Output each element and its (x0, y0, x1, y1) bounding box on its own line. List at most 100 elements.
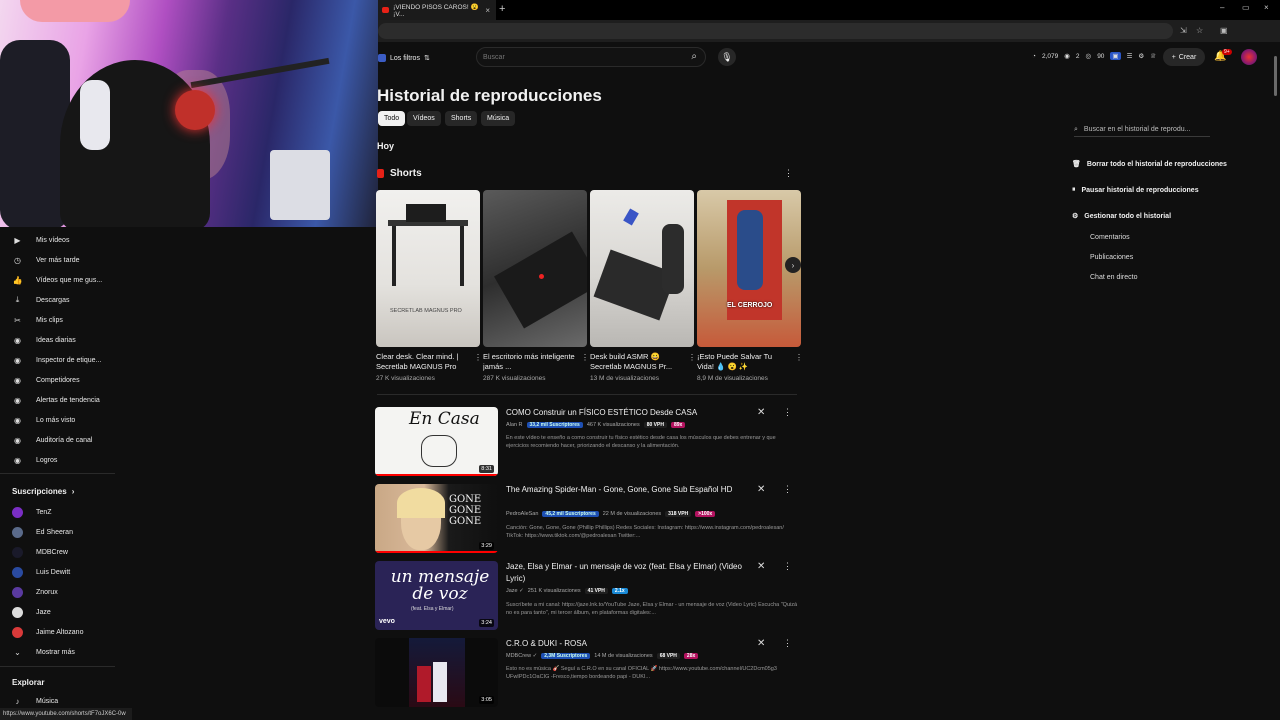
browser-tab[interactable]: ¡VIENDO PISOS CAROS! 😮 ¡V... × (378, 0, 496, 20)
more-options-icon[interactable]: ⋮ (474, 353, 482, 362)
bookmark-star-icon[interactable]: ☆ (1196, 26, 1203, 35)
install-icon[interactable]: ⇲ (1180, 26, 1187, 35)
subscription-item[interactable]: MDBCrew (12, 545, 68, 559)
search-box[interactable]: ⌕ (476, 47, 706, 67)
manage-history-button[interactable]: ⚙ Gestionar todo el historial (1072, 212, 1171, 221)
sidebar-item-downloads[interactable]: ⤓ Descargas (12, 293, 70, 307)
chip-shorts[interactable]: Shorts (445, 111, 478, 126)
short-title[interactable]: Clear desk. Clear mind. | Secretlab MAGN… (376, 352, 468, 372)
history-search-input[interactable]: Buscar en el historial de reprodu... (1084, 126, 1191, 133)
avatar[interactable] (1241, 49, 1257, 65)
maximize-icon[interactable]: ▭ (1242, 3, 1250, 12)
short-card[interactable]: EL CERROJO ¡Esto Puede Salvar Tu Vida! 💧… (697, 190, 803, 382)
video-thumbnail[interactable]: En Casa 8:31 (375, 407, 498, 476)
more-options-icon[interactable]: ⋮ (783, 638, 792, 649)
address-bar[interactable] (378, 23, 1173, 39)
short-card[interactable]: Desk build ASMR 😀 Secretlab MAGNUS Pr...… (590, 190, 696, 382)
video-title[interactable]: The Amazing Spider-Man - Gone, Gone, Gon… (506, 484, 746, 496)
sidebar-item-daily-ideas[interactable]: ◉ Ideas diarias (12, 333, 76, 347)
new-tab-button[interactable]: + (499, 3, 505, 15)
chip-videos[interactable]: Vídeos (407, 111, 441, 126)
sidebar-item-liked-videos[interactable]: 👍 Vídeos que me gus... (12, 273, 103, 287)
more-options-icon[interactable]: ⋮ (783, 484, 792, 495)
vidiq-icon[interactable]: ▣ (1110, 52, 1121, 60)
minimize-icon[interactable]: – (1220, 3, 1224, 12)
sidebar-item-watch-later[interactable]: ◷ Ver más tarde (12, 253, 80, 267)
subscription-item[interactable]: Ed Sheeran (12, 525, 73, 539)
shorts-next-chevron-icon[interactable]: › (785, 257, 801, 273)
list-item[interactable]: un mensaje de voz (feat. Elsa y Elmar) v… (375, 561, 800, 631)
clear-history-button[interactable]: 🗑 Borrar todo el historial de reproduccio… (1072, 160, 1227, 169)
video-title[interactable]: COMO Construir un FÍSICO ESTÉTICO Desde … (506, 407, 746, 419)
chip-todo[interactable]: Todo (378, 111, 406, 126)
settings-icon[interactable]: ⚙ (1138, 52, 1144, 60)
pause-history-button[interactable]: ⏸ Pausar historial de reproducciones (1072, 186, 1199, 194)
remove-from-history-icon[interactable]: ✕ (757, 407, 765, 418)
download-icon: ⤓ (15, 295, 20, 304)
chip-music[interactable]: Música (481, 111, 516, 126)
close-window-icon[interactable]: × (1264, 3, 1269, 12)
sidebar-item-trend-alerts[interactable]: ◉ Alertas de tendencia (12, 393, 100, 407)
more-options-icon[interactable]: ⋮ (581, 353, 589, 362)
history-link-posts[interactable]: Publicaciones (1090, 254, 1133, 261)
short-title[interactable]: El escritorio más inteligente jamás ... (483, 352, 575, 372)
short-card[interactable]: SECRETLAB MAGNUS PRO Clear desk. Clear m… (376, 190, 482, 382)
short-thumbnail[interactable]: SECRETLAB MAGNUS PRO (376, 190, 480, 347)
subscription-item[interactable]: Jaze (12, 605, 51, 619)
list-icon[interactable]: ☰ (1127, 52, 1133, 60)
short-thumbnail[interactable] (590, 190, 694, 347)
more-options-icon[interactable]: ⋮ (795, 353, 803, 362)
sidebar-item-channel-audit[interactable]: ◉ Auditoría de canal (12, 433, 92, 447)
shorts-more-icon[interactable]: ⋮ (784, 168, 793, 179)
remove-from-history-icon[interactable]: ✕ (757, 484, 765, 495)
short-card[interactable]: El escritorio más inteligente jamás ... … (483, 190, 589, 382)
search-input[interactable] (483, 51, 673, 64)
video-description: Canción: Gone, Gone, Gone (Phillip Phill… (506, 525, 784, 539)
video-title[interactable]: C.R.O & DUKI - ROSA (506, 638, 746, 650)
history-link-live-chat[interactable]: Chat en directo (1090, 274, 1137, 281)
video-title[interactable]: Jaze, Elsa y Elmar - un mensaje de voz (… (506, 561, 746, 585)
sidebar-item-music[interactable]: ♪ Música (12, 694, 59, 708)
filters-button[interactable]: Los filtros ⇅ (378, 52, 430, 64)
sidebar-item-most-viewed[interactable]: ◉ Lo más visto (12, 413, 75, 427)
create-button[interactable]: + Crear (1163, 48, 1205, 66)
sidebar-item-achievements[interactable]: ◉ Logros (12, 453, 57, 467)
sidebar-item-my-clips[interactable]: ✂ Mis clips (12, 313, 63, 327)
history-link-comments[interactable]: Comentarios (1090, 234, 1130, 241)
video-thumbnail[interactable]: 3:05 (375, 638, 498, 707)
short-thumbnail[interactable] (483, 190, 587, 347)
subscription-item[interactable]: Znorux (12, 585, 58, 599)
subscription-item[interactable]: Jaime Altozano (12, 625, 83, 639)
voice-search-mic-icon[interactable]: 🎙 (718, 48, 736, 66)
list-item[interactable]: GONE GONE GONE 3:29 The Amazing Spider-M… (375, 484, 800, 554)
subscription-item[interactable]: Luis Dewitt (12, 565, 70, 579)
scrollbar[interactable] (1272, 42, 1278, 720)
more-options-icon[interactable]: ⋮ (688, 353, 696, 362)
scrollbar-thumb[interactable] (1274, 56, 1277, 96)
video-thumbnail[interactable]: un mensaje de voz (feat. Elsa y Elmar) v… (375, 561, 498, 630)
sidebar-item-competitors[interactable]: ◉ Competidores (12, 373, 80, 387)
video-thumbnail[interactable]: GONE GONE GONE 3:29 (375, 484, 498, 553)
list-item[interactable]: 3:05 C.R.O & DUKI - ROSA MDBCrew ✓ 2,3M … (375, 638, 800, 708)
more-options-icon[interactable]: ⋮ (783, 407, 792, 418)
remove-from-history-icon[interactable]: ✕ (757, 638, 765, 649)
history-search[interactable]: ⌕ Buscar en el historial de reprodu... (1074, 123, 1210, 137)
short-title[interactable]: ¡Esto Puede Salvar Tu Vida! 💧 😮 ✨ (697, 352, 789, 372)
list-item[interactable]: En Casa 8:31 COMO Construir un FÍSICO ES… (375, 407, 800, 477)
tab-close-icon[interactable]: × (485, 6, 490, 15)
subscriptions-heading[interactable]: Suscripciones › (12, 487, 74, 496)
video-description: Esto no es música 🎸 Seguí a C.R.O en su … (506, 666, 777, 680)
more-options-icon[interactable]: ⋮ (783, 561, 792, 572)
short-title[interactable]: Desk build ASMR 😀 Secretlab MAGNUS Pr... (590, 352, 682, 372)
vidiq-icon: ◉ (14, 375, 21, 385)
extensions-icon[interactable]: ▣ (1220, 26, 1228, 35)
search-icon[interactable]: ⌕ (691, 51, 697, 62)
subscription-item[interactable]: TenZ (12, 505, 52, 519)
sidebar-item-tag-inspector[interactable]: ◉ Inspector de etique... (12, 353, 101, 367)
sidebar-item-my-videos[interactable]: ▶ Mis vídeos (12, 233, 69, 247)
vidiq-icon: ◉ (14, 435, 21, 445)
show-more-button[interactable]: ⌄ Mostrar más (12, 645, 75, 659)
short-views: 287 K visualizaciones (483, 375, 546, 382)
remove-from-history-icon[interactable]: ✕ (757, 561, 765, 572)
trophy-icon[interactable]: ♕ (1150, 52, 1156, 60)
